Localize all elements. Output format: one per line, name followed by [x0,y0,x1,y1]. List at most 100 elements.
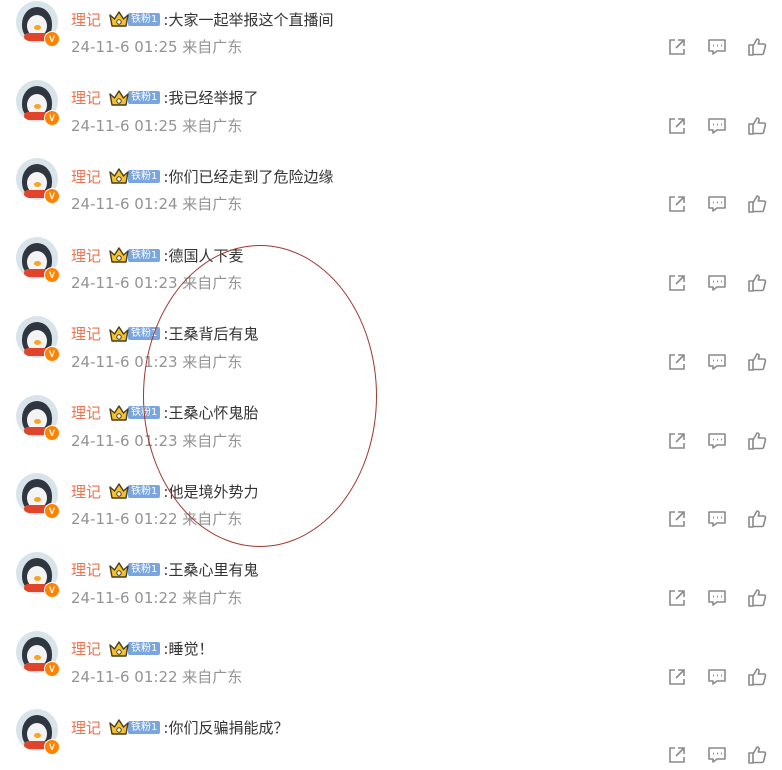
share-icon[interactable] [666,351,688,373]
verified-badge: V [44,660,60,677]
share-icon[interactable] [666,430,688,452]
comment-actions [666,430,768,452]
comment-icon[interactable] [706,744,728,766]
username-link[interactable]: 理记 [71,717,101,738]
thumbs-up-icon[interactable] [746,272,768,294]
username-link[interactable]: 理记 [71,245,101,266]
comment-item: V 理记 铁粉1 :你们已经走到了危险边缘 24-11-6 01:24 来自广东 [0,135,782,214]
comment-meta: 24-11-6 01:23 来自广东 [71,274,243,293]
username-link[interactable]: 理记 [71,9,101,30]
comment-item: V 理记 铁粉1 :王桑心怀鬼胎 24-11-6 01:23 来自广东 [0,372,782,451]
username-link[interactable]: 理记 [71,87,101,108]
crown-icon [109,89,129,107]
share-icon[interactable] [666,115,688,137]
fan-badge[interactable]: 铁粉1 [128,642,161,656]
verified-badge: V [44,109,60,126]
fan-badge[interactable]: 铁粉1 [128,720,161,734]
fan-badge[interactable]: 铁粉1 [128,327,161,341]
comment-actions [666,36,768,58]
comment-icon[interactable] [706,272,728,294]
comment-meta: 24-11-6 01:24 来自广东 [71,195,243,214]
comment-actions [666,193,768,215]
comment-text: :睡觉！ [163,640,214,659]
comment-text: :你们已经走到了危险边缘 [163,167,334,186]
thumbs-up-icon[interactable] [746,666,768,688]
comment-icon[interactable] [706,666,728,688]
comment-item: V 理记 铁粉1 :德国人下麦 24-11-6 01:23 来自广东 [0,214,782,293]
crown-icon [109,10,129,28]
comment-text: :王桑心怀鬼胎 [163,404,259,422]
comment-icon[interactable] [706,430,728,452]
thumbs-up-icon[interactable] [746,351,768,373]
comment-icon[interactable] [706,587,728,609]
verified-badge: V [44,581,60,598]
comment-item: V 理记 铁粉1 :我已经举报了 24-11-6 01:25 来自广东 [0,57,782,136]
thumbs-up-icon[interactable] [746,115,768,137]
crown-icon [109,167,129,185]
comment-actions [666,272,768,294]
comment-icon[interactable] [706,351,728,373]
share-icon[interactable] [666,666,688,688]
comment-meta: 24-11-6 01:23 来自广东 [71,431,243,450]
verified-badge: V [44,424,60,441]
comment-item: V 理记 铁粉1 :王桑背后有鬼 24-11-6 01:23 来自广东 [0,293,782,372]
username-link[interactable]: 理记 [71,638,101,659]
comment-icon[interactable] [706,193,728,215]
verified-badge: V [44,31,60,47]
username-link[interactable]: 理记 [71,402,101,423]
fan-badge[interactable]: 铁粉1 [128,91,161,105]
thumbs-up-icon[interactable] [746,744,768,766]
share-icon[interactable] [666,193,688,215]
fan-badge[interactable]: 铁粉1 [128,12,161,26]
share-icon[interactable] [666,744,688,766]
crown-icon [109,404,129,422]
comment-actions [666,587,768,609]
comment-text: :德国人下麦 [163,246,244,265]
username-link[interactable]: 理记 [71,481,101,502]
comment-meta: 24-11-6 01:22 来自广东 [71,510,243,529]
verified-badge: V [44,345,60,362]
crown-icon [109,718,129,736]
comment-meta: 24-11-6 01:22 来自广东 [71,588,243,607]
username-link[interactable]: 理记 [71,559,101,580]
share-icon[interactable] [666,587,688,609]
thumbs-up-icon[interactable] [746,193,768,215]
comment-icon[interactable] [706,36,728,58]
comment-item: V 理记 铁粉1 :睡觉！ 24-11-6 01:22 来自广东 [0,608,782,687]
comment-text: :我已经举报了 [163,89,259,108]
thumbs-up-icon[interactable] [746,430,768,452]
verified-badge: V [44,503,60,520]
thumbs-up-icon[interactable] [746,36,768,58]
comment-item: V 理记 铁粉1 :他是境外势力 24-11-6 01:22 来自广东 [0,450,782,529]
comment-actions [666,744,768,766]
comment-meta: 24-11-6 01:25 来自广东 [71,116,243,135]
crown-icon [109,640,129,658]
share-icon[interactable] [666,36,688,58]
crown-icon [109,482,129,500]
username-link[interactable]: 理记 [71,166,101,187]
fan-badge[interactable]: 铁粉1 [128,406,161,419]
comment-meta: 24-11-6 01:25 来自广东 [71,38,243,56]
comment-meta: 24-11-6 01:22 来自广东 [71,667,243,686]
share-icon[interactable] [666,508,688,530]
comment-item: V 理记 铁粉1 :王桑心里有鬼 24-11-6 01:22 来自广东 [0,529,782,608]
comment-actions [666,351,768,373]
comment-item: V 理记 铁粉1 :你们反骗捐能成？ [0,686,782,765]
comment-actions [666,508,768,530]
verified-badge: V [44,188,60,205]
fan-badge[interactable]: 铁粉1 [128,248,161,262]
comment-actions [666,115,768,137]
fan-badge[interactable]: 铁粉1 [128,484,161,498]
comment-text: :他是境外势力 [163,482,259,501]
comment-meta: 24-11-6 01:23 来自广东 [71,352,243,371]
username-link[interactable]: 理记 [71,323,101,344]
share-icon[interactable] [666,272,688,294]
comment-icon[interactable] [706,508,728,530]
fan-badge[interactable]: 铁粉1 [128,169,161,183]
comment-item: V 理记 铁粉1 :大家一起举报这个直播间 24-11-6 01:25 来自广东 [0,0,782,57]
thumbs-up-icon[interactable] [746,587,768,609]
comment-icon[interactable] [706,115,728,137]
thumbs-up-icon[interactable] [746,508,768,530]
comment-text: :你们反骗捐能成？ [163,718,289,737]
fan-badge[interactable]: 铁粉1 [128,563,161,577]
